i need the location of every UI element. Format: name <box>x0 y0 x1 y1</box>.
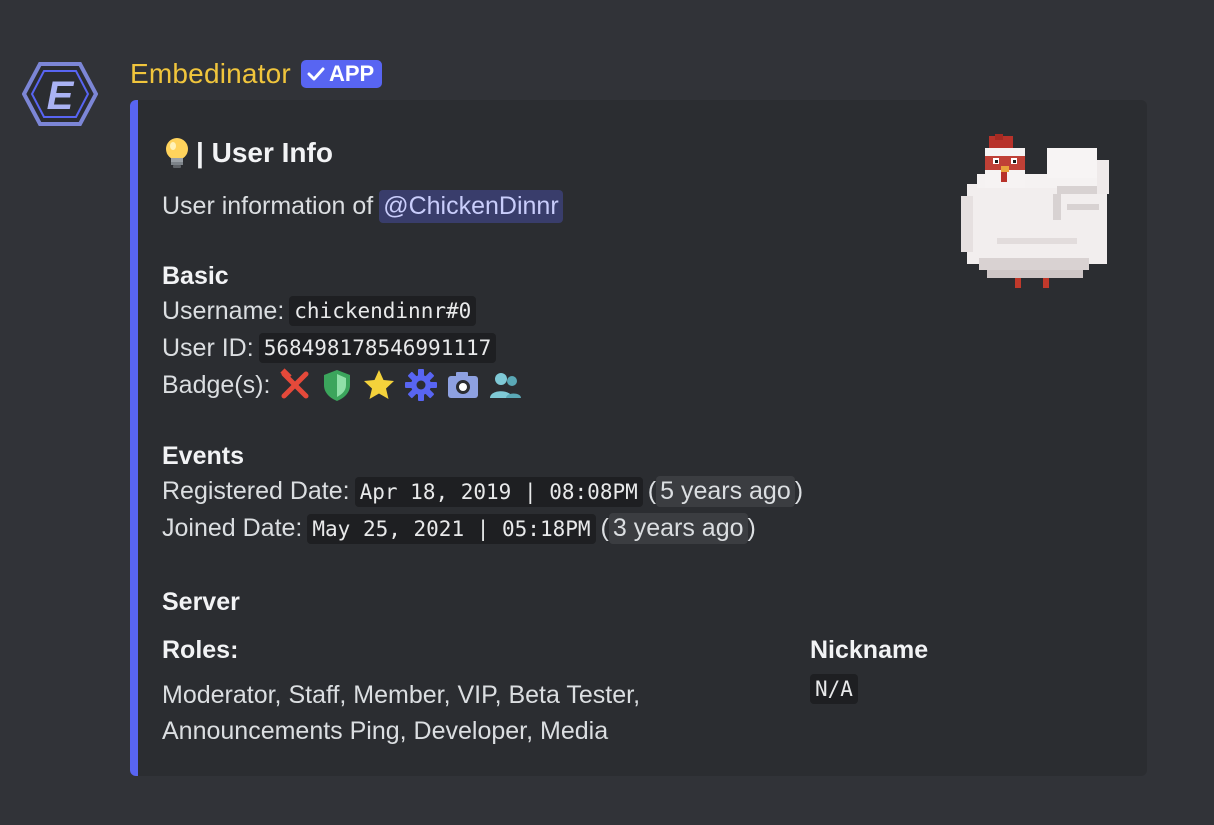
nickname-field: Nickname N/A <box>810 636 929 704</box>
avatar-letter: E <box>47 74 75 118</box>
hammer-icon[interactable] <box>278 368 312 402</box>
chat-message: E Embedinator APP | User Info User infor… <box>0 0 1214 825</box>
user-id-row: User ID: 568498178546991117 <box>162 333 497 363</box>
embed-accent-bar <box>130 100 138 776</box>
registered-date: Apr 18, 2019 | 08:08PM <box>354 476 643 507</box>
embed-description: User information of @ChickenDinnr <box>162 190 563 223</box>
app-badge: APP <box>300 60 383 88</box>
basic-section-title: Basic <box>162 262 229 290</box>
message-header: Embedinator APP <box>130 56 383 92</box>
embed-card: | User Info User information of @Chicken… <box>130 100 1147 776</box>
embed-title: | User Info <box>162 136 333 170</box>
nickname-value: N/A <box>810 674 858 704</box>
people-icon[interactable] <box>488 368 522 402</box>
username-value: chickendinnr#0 <box>289 296 477 326</box>
user-id-label: User ID: <box>162 333 254 362</box>
joined-relative[interactable]: 3 years ago <box>608 513 748 544</box>
bot-avatar[interactable]: E <box>22 60 98 128</box>
nickname-label: Nickname <box>810 636 929 664</box>
shield-icon[interactable] <box>320 368 354 402</box>
username-row: Username: chickendinnr#0 <box>162 296 477 326</box>
registered-label: Registered Date: <box>162 477 350 505</box>
server-section-title: Server <box>162 588 240 616</box>
camera-icon[interactable] <box>446 368 480 402</box>
app-badge-label: APP <box>328 61 375 86</box>
roles-value: Moderator, Staff, Member, VIP, Beta Test… <box>162 681 641 745</box>
user-mention[interactable]: @ChickenDinnr <box>379 190 563 223</box>
checkmark-icon <box>307 67 325 81</box>
registered-relative[interactable]: 5 years ago <box>656 476 795 507</box>
bot-username[interactable]: Embedinator <box>130 58 291 90</box>
gear-icon[interactable] <box>404 368 438 402</box>
lightbulb-icon <box>166 138 188 168</box>
roles-label: Roles: <box>162 636 239 664</box>
events-section-title: Events <box>162 442 244 470</box>
username-label: Username: <box>162 296 285 325</box>
badges-row: Badge(s): <box>162 368 522 402</box>
joined-label: Joined Date: <box>162 514 303 542</box>
description-text: User information of <box>162 192 374 220</box>
joined-date: May 25, 2021 | 05:18PM <box>307 513 596 544</box>
star-icon[interactable] <box>362 368 396 402</box>
badge-list <box>278 368 522 402</box>
joined-row: Joined Date: May 25, 2021 | 05:18PM (3 y… <box>162 513 756 544</box>
user-id-value: 568498178546991117 <box>258 333 497 363</box>
user-avatar-thumbnail[interactable] <box>957 134 1117 290</box>
registered-row: Registered Date: Apr 18, 2019 | 08:08PM … <box>162 476 804 507</box>
badges-label: Badge(s): <box>162 370 271 399</box>
embed-title-text: | User Info <box>196 137 333 168</box>
roles-field: Roles: Moderator, Staff, Member, VIP, Be… <box>162 636 722 749</box>
